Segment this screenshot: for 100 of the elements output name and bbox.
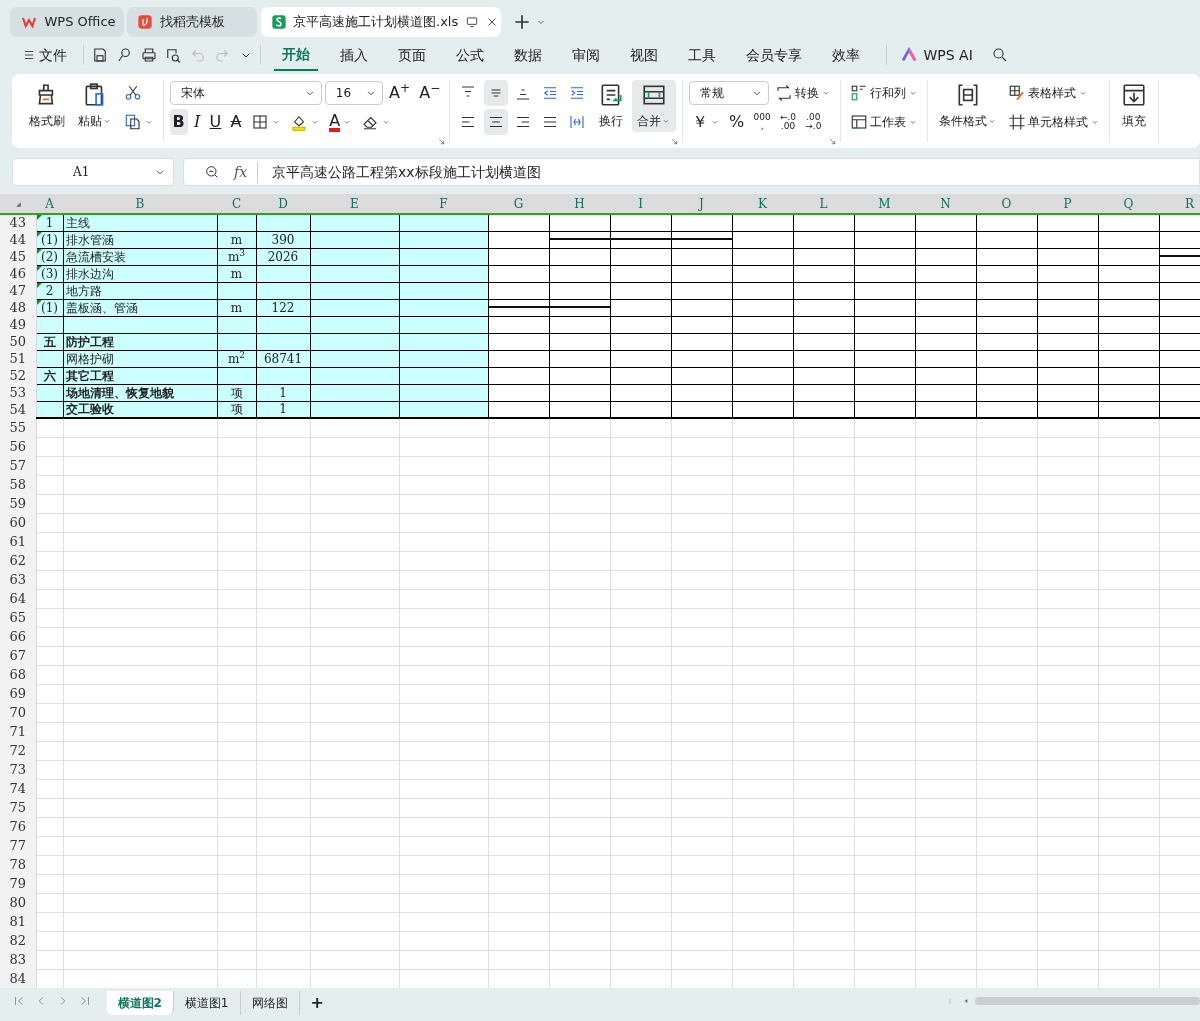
ribbon-button[interactable]: 换行 <box>592 80 629 132</box>
row-header[interactable]: 45 <box>0 248 36 265</box>
tool-button[interactable]: 单元格样式 <box>1005 109 1104 136</box>
dropdown-field[interactable]: 16 <box>324 81 383 105</box>
row-header[interactable]: 59 <box>0 494 36 513</box>
ribbon-tab[interactable]: 插入 <box>332 40 377 70</box>
ribbon-tab[interactable]: 工具 <box>680 40 725 70</box>
dialog-launcher-icon[interactable] <box>437 137 447 146</box>
row-header[interactable]: 50 <box>0 333 36 350</box>
tool-button[interactable] <box>483 109 508 136</box>
tool-button[interactable]: 行和列 <box>847 80 922 106</box>
row-header[interactable]: 71 <box>0 722 36 741</box>
column-header[interactable]: R <box>1159 194 1200 214</box>
row-header[interactable]: 64 <box>0 589 36 608</box>
row-header[interactable]: 61 <box>0 532 36 551</box>
row-header[interactable]: 53 <box>0 384 36 401</box>
app-tab[interactable]: WPS Office <box>10 6 124 37</box>
row-header[interactable]: 74 <box>0 779 36 798</box>
row-header[interactable]: 67 <box>0 646 36 665</box>
row-header[interactable]: 68 <box>0 665 36 684</box>
search-icon[interactable] <box>990 46 1009 64</box>
ribbon-tab[interactable]: 审阅 <box>564 40 609 70</box>
print-icon[interactable] <box>139 46 158 64</box>
tool-button[interactable]: ←.0 .00 <box>776 109 800 136</box>
sheet-tab[interactable]: 横道图1 <box>173 991 241 1015</box>
font-select[interactable]: 宋体 <box>169 81 322 105</box>
ribbon-button[interactable]: 填充 <box>1116 80 1153 132</box>
tool-button[interactable]: B <box>169 109 188 136</box>
ribbon-button[interactable]: 格式刷 <box>24 80 70 132</box>
row-header[interactable]: 58 <box>0 475 36 494</box>
row-header[interactable]: 62 <box>0 551 36 570</box>
tool-button[interactable]: A$^{−}$ <box>416 80 444 106</box>
row-header[interactable]: 72 <box>0 741 36 760</box>
row-header[interactable]: 75 <box>0 798 36 817</box>
row-header[interactable]: 81 <box>0 912 36 931</box>
row-header[interactable]: 76 <box>0 817 36 836</box>
sheet-tab[interactable]: 横道图2 <box>106 991 174 1015</box>
ribbon-tab[interactable]: 公式 <box>448 40 493 70</box>
ribbon-tab[interactable]: 页面 <box>390 40 435 70</box>
column-header[interactable]: J <box>671 194 732 214</box>
column-header[interactable]: F <box>399 194 488 214</box>
row-header[interactable]: 54 <box>0 401 36 418</box>
column-header[interactable]: E <box>310 194 399 214</box>
row-header[interactable]: 82 <box>0 931 36 950</box>
last-sheet-icon[interactable] <box>78 994 92 1008</box>
ribbon-tab[interactable]: 数据 <box>506 40 551 70</box>
column-header[interactable]: B <box>63 194 217 214</box>
row-header[interactable]: 47 <box>0 282 36 299</box>
column-header[interactable]: K <box>732 194 793 214</box>
row-header[interactable]: 63 <box>0 570 36 589</box>
row-header[interactable]: 73 <box>0 760 36 779</box>
column-header[interactable]: L <box>793 194 854 214</box>
tool-button[interactable]: .00 →.0 <box>802 109 825 136</box>
row-header[interactable]: 55 <box>0 418 36 437</box>
row-header[interactable]: 66 <box>0 627 36 646</box>
ai-button[interactable]: WPS AI <box>893 40 981 70</box>
sheet-tab[interactable]: 网络图 <box>240 991 300 1015</box>
row-header[interactable]: 56 <box>0 437 36 456</box>
tool-button[interactable]: 000 , <box>750 109 774 136</box>
column-header[interactable]: C <box>217 194 256 214</box>
row-header[interactable]: 77 <box>0 836 36 855</box>
ribbon-tab[interactable]: 会员专享 <box>738 40 811 70</box>
row-header[interactable]: 79 <box>0 874 36 893</box>
row-header[interactable]: 78 <box>0 855 36 874</box>
column-header[interactable]: G <box>488 194 549 214</box>
column-header[interactable]: P <box>1037 194 1098 214</box>
dropdown-field[interactable]: 常规 <box>688 81 769 105</box>
tool-button[interactable]: 表格样式 <box>1005 80 1092 106</box>
tool-button[interactable]: % <box>726 109 748 136</box>
column-header[interactable]: A <box>36 194 63 214</box>
tool-button[interactable]: ￥ <box>688 109 723 136</box>
app-tab[interactable]: 找稻壳模板 <box>127 6 258 37</box>
app-tab[interactable]: 京平高速施工计划横道图.xls <box>260 6 501 37</box>
dialog-launcher-icon[interactable] <box>669 137 679 146</box>
row-header[interactable]: 46 <box>0 265 36 282</box>
formula-field[interactable]: fx 京平高速公路工程第xx标段施工计划横道图 <box>183 158 1200 186</box>
ribbon-button[interactable]: 条件格式 <box>934 80 1003 132</box>
scrollbar-thumb[interactable] <box>975 997 1200 1005</box>
scroll-left-icon[interactable] <box>962 997 970 1005</box>
ribbon-tab[interactable]: 开始 <box>274 39 319 71</box>
column-header[interactable]: O <box>976 194 1037 214</box>
add-sheet-button[interactable]: + <box>299 988 335 1018</box>
tool-button[interactable]: A$^{+}$ <box>386 80 413 106</box>
row-header[interactable]: 52 <box>0 367 36 384</box>
row-header[interactable]: 83 <box>0 950 36 969</box>
column-header[interactable]: I <box>610 194 671 214</box>
column-header[interactable]: H <box>549 194 610 214</box>
ribbon-button[interactable]: 粘贴 <box>73 80 118 132</box>
row-header[interactable]: 44 <box>0 231 36 248</box>
file-menu[interactable]: 文件 <box>14 40 76 70</box>
column-header[interactable]: M <box>854 194 915 214</box>
tool-button[interactable]: I <box>190 109 204 136</box>
dialog-launcher-icon[interactable] <box>828 137 838 146</box>
row-header[interactable]: 70 <box>0 703 36 722</box>
row-header[interactable]: 51 <box>0 350 36 367</box>
ribbon-tab[interactable]: 视图 <box>622 40 667 70</box>
monitor-icon[interactable] <box>464 14 479 29</box>
row-header[interactable]: 80 <box>0 893 36 912</box>
tool-button[interactable]: A <box>326 109 356 136</box>
row-header[interactable]: 84 <box>0 969 36 988</box>
